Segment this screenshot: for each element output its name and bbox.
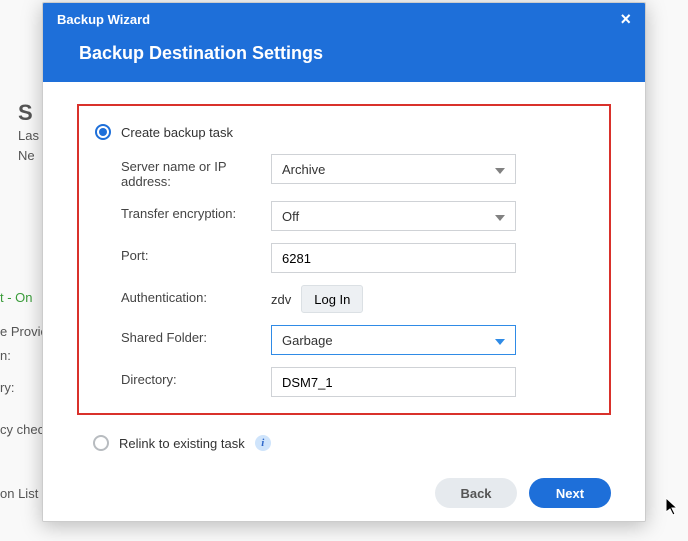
server-label: Server name or IP address: [121, 154, 271, 189]
backup-wizard-modal: Backup Wizard × Backup Destination Setti… [42, 2, 646, 522]
modal-body: Create backup task Server name or IP add… [43, 82, 645, 499]
info-icon[interactable]: i [255, 435, 271, 451]
bg-fragment: n: [0, 348, 11, 363]
auth-user: zdv [271, 292, 291, 307]
bg-fragment: Las [18, 128, 39, 143]
bg-fragment: t - On [0, 290, 33, 305]
port-input-wrap [271, 243, 516, 273]
row-shared-folder: Shared Folder: Garbage [95, 325, 593, 355]
modal-titlebar: Backup Wizard × [43, 3, 645, 35]
next-button[interactable]: Next [529, 478, 611, 508]
shared-folder-value: Garbage [282, 333, 333, 348]
port-label: Port: [121, 243, 271, 263]
encryption-select[interactable]: Off [271, 201, 516, 231]
shared-folder-select[interactable]: Garbage [271, 325, 516, 355]
modal-subtitle: Backup Destination Settings [79, 43, 609, 64]
option-relink-label: Relink to existing task [119, 436, 245, 451]
caret-down-icon [495, 162, 505, 177]
encryption-label: Transfer encryption: [121, 201, 271, 221]
radio-checked-icon [95, 124, 111, 140]
auth-label: Authentication: [121, 285, 271, 305]
back-button[interactable]: Back [435, 478, 517, 508]
close-icon[interactable]: × [620, 10, 631, 28]
caret-down-icon [495, 333, 505, 348]
row-server: Server name or IP address: Archive [95, 154, 593, 189]
directory-input[interactable] [282, 375, 505, 390]
login-button[interactable]: Log In [301, 285, 363, 313]
row-encryption: Transfer encryption: Off [95, 201, 593, 231]
option-create-label: Create backup task [121, 125, 233, 140]
bg-title-fragment: S [18, 100, 33, 126]
radio-unchecked-icon [93, 435, 109, 451]
modal-footer: Back Next [43, 465, 645, 521]
bg-fragment: Ne [18, 148, 35, 163]
bg-fragment: ry: [0, 380, 14, 395]
row-directory: Directory: [95, 367, 593, 397]
server-value: Archive [282, 162, 325, 177]
bg-fragment: on List [0, 486, 38, 501]
row-auth: Authentication: zdv Log In [95, 285, 593, 313]
encryption-value: Off [282, 209, 299, 224]
server-select[interactable]: Archive [271, 154, 516, 184]
option-create-backup[interactable]: Create backup task [95, 124, 593, 140]
bg-fragment: cy chec [0, 422, 44, 437]
shared-folder-label: Shared Folder: [121, 325, 271, 345]
directory-input-wrap [271, 367, 516, 397]
row-port: Port: [95, 243, 593, 273]
option-relink[interactable]: Relink to existing task i [77, 429, 611, 459]
directory-label: Directory: [121, 367, 271, 387]
highlight-box: Create backup task Server name or IP add… [77, 104, 611, 415]
modal-title: Backup Wizard [57, 12, 150, 27]
port-input[interactable] [282, 251, 505, 266]
bg-fragment: e Provic [0, 324, 47, 339]
modal-subheader: Backup Destination Settings [43, 35, 645, 82]
caret-down-icon [495, 209, 505, 224]
